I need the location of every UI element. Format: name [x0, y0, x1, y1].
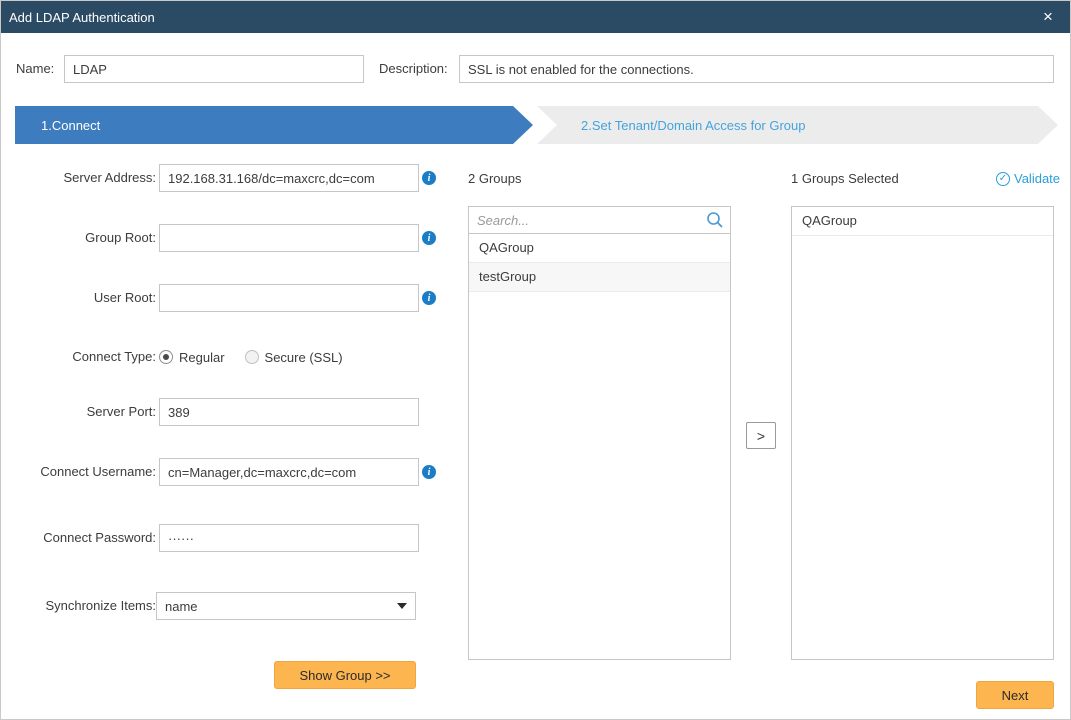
- selected-count-label: 1 Groups Selected: [791, 171, 899, 186]
- groups-list: QAGroup testGroup: [468, 233, 731, 660]
- titlebar: Add LDAP Authentication ×: [1, 1, 1070, 33]
- synchronize-items-value: name: [165, 599, 397, 614]
- dropdown-caret-icon: [397, 603, 407, 609]
- connect-password-input[interactable]: [159, 524, 419, 552]
- list-item[interactable]: QAGroup: [469, 234, 730, 263]
- add-ldap-authentication-dialog: Add LDAP Authentication × Name: Descript…: [0, 0, 1071, 720]
- server-address-label: Server Address:: [16, 164, 156, 192]
- server-address-input[interactable]: [159, 164, 419, 192]
- validate-check-icon: ✓: [996, 172, 1010, 186]
- user-root-label: User Root:: [16, 284, 156, 312]
- move-right-button[interactable]: >: [746, 422, 776, 449]
- step-2-label: 2.Set Tenant/Domain Access for Group: [581, 118, 806, 133]
- info-icon[interactable]: i: [422, 231, 436, 245]
- next-button[interactable]: Next: [976, 681, 1054, 709]
- search-icon[interactable]: [706, 211, 724, 229]
- list-item[interactable]: QAGroup: [792, 207, 1053, 236]
- info-icon[interactable]: i: [422, 171, 436, 185]
- connect-type-label: Connect Type:: [16, 343, 156, 371]
- list-item[interactable]: testGroup: [469, 263, 730, 292]
- radio-secure-ssl[interactable]: [245, 350, 259, 364]
- connect-password-label: Connect Password:: [16, 524, 156, 552]
- description-input[interactable]: [459, 55, 1054, 83]
- connect-username-label: Connect Username:: [16, 458, 156, 486]
- synchronize-items-label: Synchronize Items:: [16, 592, 156, 620]
- step-1-label: 1.Connect: [41, 118, 100, 133]
- info-icon[interactable]: i: [422, 465, 436, 479]
- radio-regular-label: Regular: [179, 350, 225, 365]
- radio-secure-ssl-label: Secure (SSL): [265, 350, 343, 365]
- validate-link[interactable]: ✓ Validate: [996, 171, 1060, 186]
- group-root-input[interactable]: [159, 224, 419, 252]
- group-root-label: Group Root:: [16, 224, 156, 252]
- synchronize-items-select[interactable]: name: [156, 592, 416, 620]
- server-port-input[interactable]: [159, 398, 419, 426]
- info-icon[interactable]: i: [422, 291, 436, 305]
- connect-username-input[interactable]: [159, 458, 419, 486]
- group-search-input[interactable]: [468, 206, 731, 234]
- name-label: Name:: [16, 55, 54, 82]
- user-root-input[interactable]: [159, 284, 419, 312]
- wizard-steps: 1.Connect 2.Set Tenant/Domain Access for…: [15, 106, 1058, 144]
- validate-label: Validate: [1014, 171, 1060, 186]
- server-port-label: Server Port:: [16, 398, 156, 426]
- dialog-title: Add LDAP Authentication: [1, 10, 155, 25]
- name-input[interactable]: [64, 55, 364, 83]
- close-icon[interactable]: ×: [1036, 1, 1060, 33]
- group-search: [468, 206, 731, 234]
- groups-count-label: 2 Groups: [468, 171, 521, 186]
- selected-groups-list: QAGroup: [791, 206, 1054, 660]
- description-label: Description:: [379, 55, 448, 82]
- radio-regular[interactable]: [159, 350, 173, 364]
- tab-connect[interactable]: 1.Connect: [15, 106, 533, 144]
- show-group-button[interactable]: Show Group >>: [274, 661, 416, 689]
- connect-type-radio-group: Regular Secure (SSL): [159, 348, 357, 366]
- tab-set-tenant-domain-access[interactable]: 2.Set Tenant/Domain Access for Group: [537, 106, 1058, 144]
